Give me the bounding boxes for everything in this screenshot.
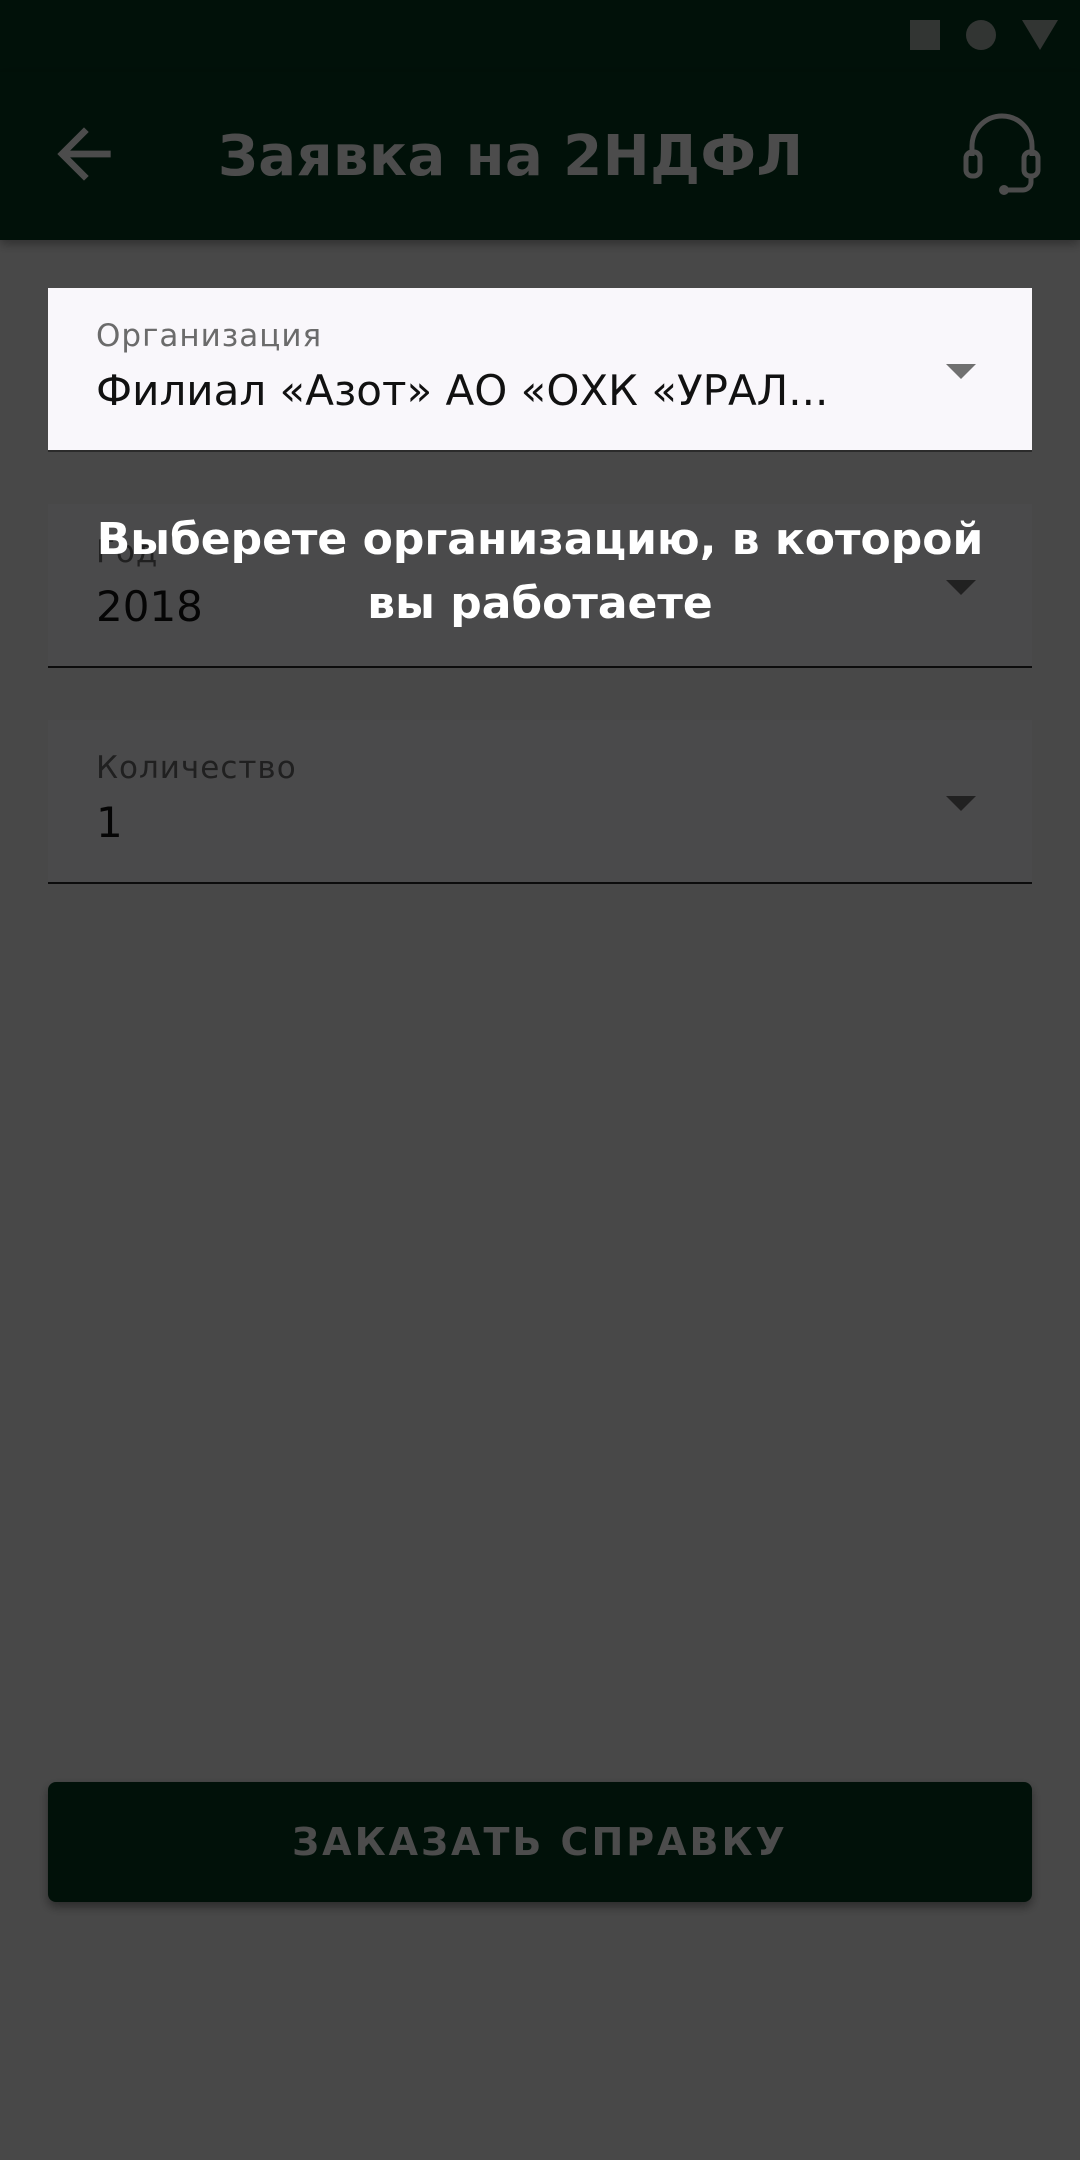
onboarding-hint: Выберете организацию, в которой вы работ… — [96, 514, 984, 629]
quantity-value: 1 — [96, 798, 123, 847]
onboarding-overlay-left — [0, 288, 48, 452]
status-bar — [0, 0, 1080, 72]
onboarding-overlay-bottom — [0, 452, 1080, 2160]
order-certificate-button[interactable]: ЗАКАЗАТЬ СПРАВКУ — [48, 1782, 1032, 1902]
quantity-label: Количество — [96, 750, 297, 786]
signal-triangle-icon — [1022, 20, 1058, 50]
quantity-dropdown[interactable]: Количество 1 — [48, 720, 1032, 884]
stop-square-icon — [910, 20, 940, 50]
back-button[interactable] — [44, 114, 124, 194]
support-button[interactable] — [962, 112, 1042, 200]
onboarding-overlay-right — [1032, 288, 1080, 452]
record-circle-icon — [966, 20, 996, 50]
organization-dropdown[interactable]: Организация Филиал «Азот» АО «ОХК «УРАЛ.… — [48, 288, 1032, 452]
organization-value: Филиал «Азот» АО «ОХК «УРАЛ... — [96, 366, 829, 415]
order-button-label: ЗАКАЗАТЬ СПРАВКУ — [292, 1820, 788, 1864]
page-title: Заявка на 2НДФЛ — [218, 124, 804, 189]
arrow-back-icon — [57, 127, 111, 181]
status-icons — [910, 20, 1058, 50]
dropdown-arrow-icon — [946, 364, 976, 379]
headset-icon — [963, 113, 1041, 195]
dropdown-arrow-icon — [946, 796, 976, 811]
organization-label: Организация — [96, 318, 323, 354]
app-bar: Заявка на 2НДФЛ — [0, 72, 1080, 240]
